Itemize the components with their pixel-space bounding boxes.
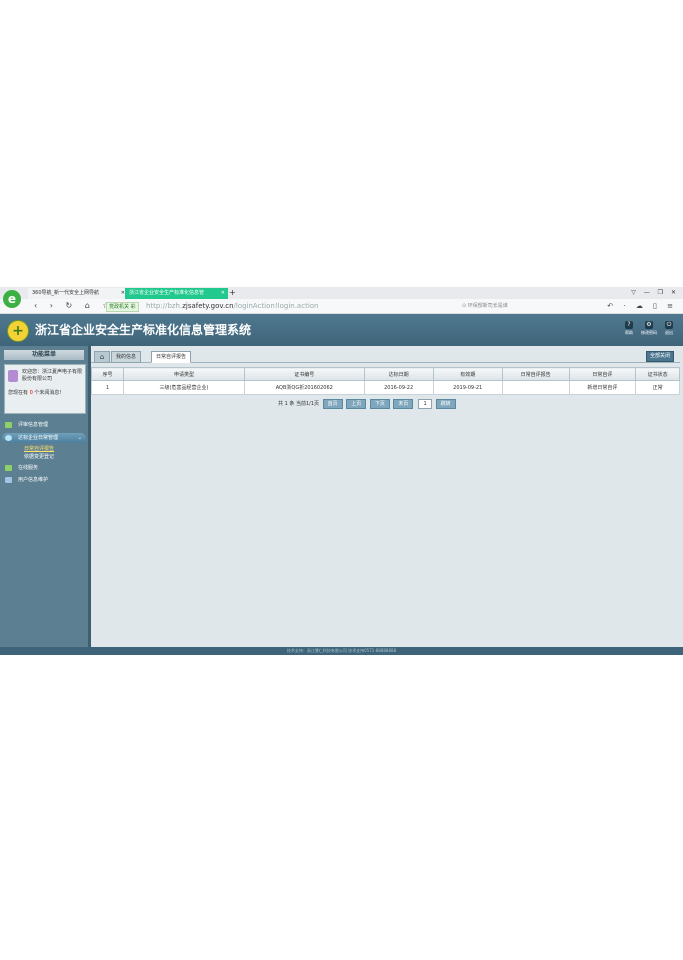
browser-tab-zjsafety[interactable]: 浙江省企业安全生产标准化信息管 ✕ <box>125 288 228 299</box>
change-password-label: 修改密码 <box>641 330 657 335</box>
browser-toolbar-icons[interactable]: ↶ · ☁ ▯ ≡ <box>607 299 677 313</box>
window-controls[interactable]: ▽ — ❐ ✕ <box>631 287 679 299</box>
tab-daily-report[interactable]: 日常自评报告 <box>151 351 192 363</box>
sidebar-item-daily-management[interactable]: 达标企业日常管理 ⌄ <box>2 433 86 443</box>
tab-label: 我的信息 <box>116 354 137 360</box>
pagination: 共 1 条 当前1/1页 首页 上页 下页 末页 1 跳转 <box>278 399 456 409</box>
footer-bar: 技术支持：浙江慧仁科技有限公司 技术支持0571-88888888 <box>0 647 683 655</box>
close-icon[interactable]: ✕ <box>221 288 225 299</box>
sidebar-item-label: 达标企业日常管理 <box>18 435 59 441</box>
search-input[interactable]: ⊙ 环保部新司长是谁 <box>462 301 620 311</box>
user-info-box: 欢迎您：浙江夏声电子有限股份有限公司 您现在有 0 个未阅消息！ <box>4 364 86 414</box>
gear-icon: ⚙ <box>645 321 653 329</box>
sidebar-item-label: 评审信息管理 <box>18 422 49 428</box>
user-icon <box>5 477 12 483</box>
power-icon: ⏻ <box>665 321 673 329</box>
column-header: 序号 <box>90 367 125 381</box>
column-header: 申请类型 <box>123 367 245 381</box>
app-title: 浙江省企业安全生产标准化信息管理系统 <box>35 323 252 337</box>
go-page-button[interactable]: 跳转 <box>435 399 456 409</box>
last-page-button[interactable]: 末页 <box>393 399 414 409</box>
change-password-button[interactable]: ⚙ 修改密码 <box>641 321 657 336</box>
pager-summary: 共 1 条 当前1/1页 <box>278 401 319 407</box>
browser-tab-bar: 360导航_新一代安全上网导航 ✕ 浙江省企业安全生产标准化信息管 ✕ + ▽ … <box>0 287 683 299</box>
column-header: 日常自评 <box>568 367 637 381</box>
help-label: 帮助 <box>625 330 633 335</box>
report-table: 序号 申请类型 证书编号 达标日期 有效期 日常自评报告 日常自评 证书状态 1… <box>90 367 680 395</box>
home-icon[interactable]: ⌂ <box>94 351 110 363</box>
logout-button[interactable]: ⏻ 退出 <box>661 321 677 336</box>
main-content: ⌂ 我的信息 日常自评报告 全部关闭 序号 申请类型 证书编号 达标日期 有效期… <box>90 346 683 647</box>
message-count: 0 <box>29 390 33 396</box>
tab-label: 日常自评报告 <box>156 354 187 360</box>
column-header: 达标日期 <box>363 367 434 381</box>
next-page-button[interactable]: 下页 <box>369 399 390 409</box>
column-header: 证书状态 <box>635 367 680 381</box>
page-number-input[interactable]: 1 <box>418 399 433 409</box>
table-row: 1 三级(危害品经营企业) AQB浙QG折201602062 2016-09-2… <box>90 380 680 395</box>
sidebar-item-user-maintenance[interactable]: 用户信息维护 <box>2 475 86 485</box>
leaf-icon <box>5 465 12 471</box>
column-header: 有效期 <box>432 367 503 381</box>
sidebar-title: 功能菜单 <box>4 350 84 360</box>
tab-label: 浙江省企业安全生产标准化信息管 <box>129 290 205 296</box>
app-logo-icon: + <box>7 320 29 342</box>
submenu-item-change-registration[interactable]: 依据变更登记 <box>24 454 54 461</box>
url-domain: zjsafety.gov.cn <box>182 302 234 310</box>
close-all-button[interactable]: 全部关闭 <box>645 351 674 362</box>
sidebar-item-review-info[interactable]: 评审信息管理 <box>2 420 86 430</box>
help-button[interactable]: ? 帮助 <box>621 321 637 336</box>
url-path: /loginAction!login.action <box>233 302 319 310</box>
browser-tab-360[interactable]: 360导航_新一代安全上网导航 ✕ <box>28 288 128 299</box>
first-page-button[interactable]: 首页 <box>322 399 343 409</box>
address-bar: ‹ › ↻ ⌂ ☆ 党政机关 彩 http://bzh.zjsafety.gov… <box>0 299 683 314</box>
url-field[interactable]: http://bzh.zjsafety.gov.cn/loginAction!l… <box>146 299 318 313</box>
chevron-down-icon: ⌄ <box>77 435 82 441</box>
sidebar-item-online-service[interactable]: 在线服务 <box>2 463 86 473</box>
cell-index: 1 <box>90 380 125 395</box>
submenu-item-daily-report[interactable]: 日常自评报告 <box>24 446 54 453</box>
security-badge[interactable]: 党政机关 彩 <box>106 302 139 312</box>
tab-my-info[interactable]: 我的信息 <box>111 351 142 363</box>
cell-certificate-number: AQB浙QG折201602062 <box>243 380 365 395</box>
new-tab-button[interactable]: + <box>229 287 236 299</box>
content-tab-strip: ⌂ 我的信息 日常自评报告 全部关闭 <box>91 350 680 363</box>
search-placeholder: 环保部新司长是谁 <box>467 303 508 309</box>
help-icon: ? <box>625 321 633 329</box>
house-icon <box>5 422 12 428</box>
table-header-row: 序号 申请类型 证书编号 达标日期 有效期 日常自评报告 日常自评 证书状态 <box>90 367 680 381</box>
globe-icon <box>5 435 12 441</box>
column-header: 日常自评报告 <box>501 367 570 381</box>
cell-daily-report <box>501 380 570 395</box>
avatar <box>8 370 18 382</box>
column-header: 证书编号 <box>243 367 365 381</box>
browser-logo-icon[interactable]: e <box>3 290 21 308</box>
cell-application-type: 三级(危害品经营企业) <box>123 380 245 395</box>
message-suffix: 个未阅消息！ <box>34 390 65 396</box>
cell-qualified-date: 2016-09-22 <box>363 380 434 395</box>
app-header: + 浙江省企业安全生产标准化信息管理系统 ? 帮助 ⚙ 修改密码 ⏻ 退出 <box>0 314 683 346</box>
prev-page-button[interactable]: 上页 <box>346 399 367 409</box>
url-prefix: http://bzh. <box>146 302 183 310</box>
cell-expiry-date: 2019-09-21 <box>432 380 503 395</box>
welcome-text: 欢迎您：浙江夏声电子有限股份有限公司 <box>22 369 83 382</box>
add-daily-assessment-link[interactable]: 新增日常自评 <box>568 380 637 395</box>
message-notice[interactable]: 您现在有 0 个未阅消息！ <box>8 389 64 396</box>
cell-certificate-status: 正常 <box>635 380 680 395</box>
logout-label: 退出 <box>665 330 673 335</box>
tab-label: 360导航_新一代安全上网导航 <box>32 290 100 296</box>
message-prefix: 您现在有 <box>8 390 29 396</box>
sidebar: 功能菜单 欢迎您：浙江夏声电子有限股份有限公司 您现在有 0 个未阅消息！ 评审… <box>0 346 88 647</box>
sidebar-item-label: 用户信息维护 <box>18 477 49 483</box>
sidebar-item-label: 在线服务 <box>18 465 39 471</box>
navigation-buttons[interactable]: ‹ › ↻ ⌂ ☆ <box>34 299 115 313</box>
browser-window: 360导航_新一代安全上网导航 ✕ 浙江省企业安全生产标准化信息管 ✕ + ▽ … <box>0 287 683 655</box>
